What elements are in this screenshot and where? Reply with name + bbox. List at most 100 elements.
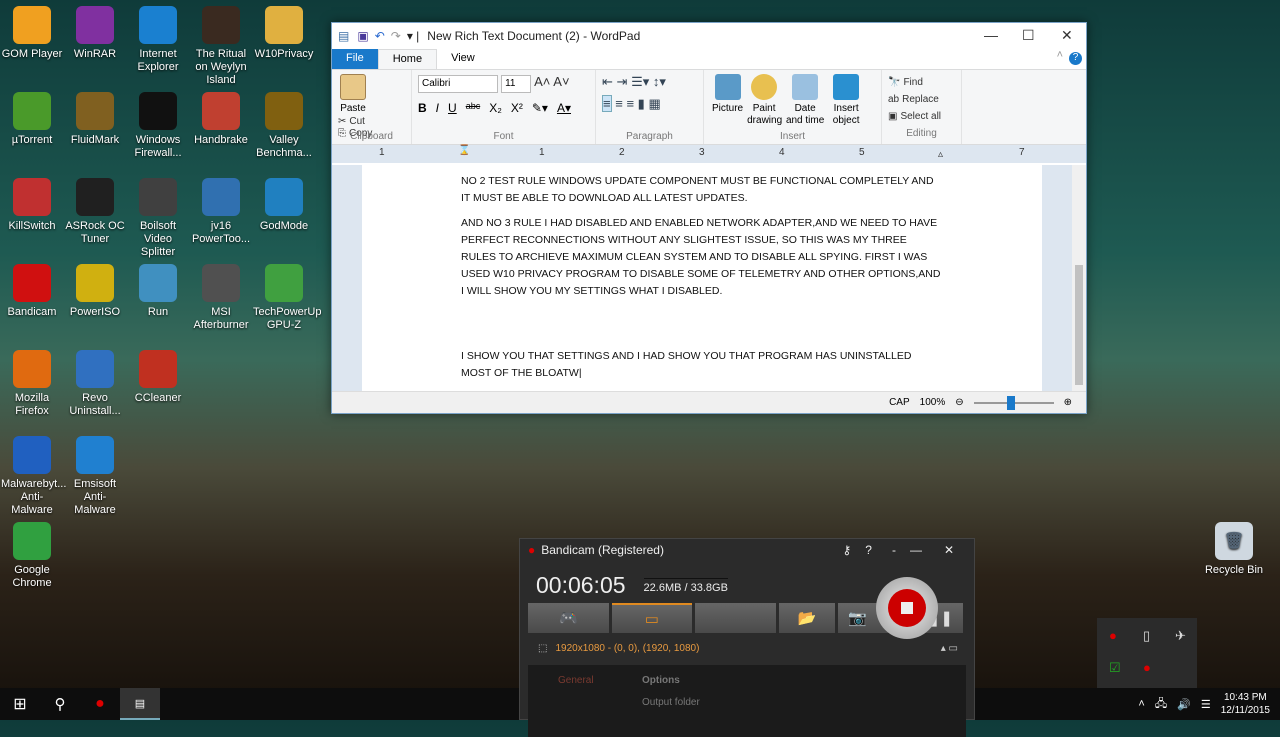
desktop-icon[interactable]: jv16 PowerToo... [190, 178, 252, 246]
tab-home[interactable]: Home [377, 49, 438, 69]
desktop-icon[interactable]: GOM Player [1, 6, 63, 61]
desktop-icon[interactable]: MSI Afterburner [190, 264, 252, 332]
minimize-button[interactable]: — [984, 27, 998, 43]
list-icon[interactable]: ☰▾ [631, 74, 649, 89]
font-family-select[interactable]: Calibri [418, 75, 498, 93]
insert-object-button[interactable]: Insert object [829, 74, 863, 127]
desktop-icon[interactable]: Valley Benchma... [253, 92, 315, 160]
customize-qat-icon[interactable]: ▾ | [407, 29, 419, 43]
record-tray-icon[interactable]: ● [1143, 660, 1151, 675]
save-icon[interactable]: ▣ [357, 29, 368, 43]
desktop-icon[interactable]: Google Chrome [1, 522, 63, 590]
tab-options[interactable]: Options [642, 675, 680, 686]
maximize-button[interactable]: ☐ [1022, 27, 1035, 44]
desktop-icon[interactable]: FluidMark [64, 92, 126, 147]
paste-button[interactable]: Paste [340, 74, 366, 115]
zoom-out-button[interactable]: ⊖ [955, 397, 963, 408]
paint-drawing-button[interactable]: Paint drawing [747, 74, 782, 127]
increase-indent-icon[interactable]: ⇥ [617, 74, 628, 89]
align-right-icon[interactable]: ≡ [626, 96, 634, 111]
vertical-scrollbar[interactable] [1072, 165, 1086, 391]
afterburner-icon[interactable]: ✈ [1175, 628, 1186, 644]
desktop-icon[interactable]: ASRock OC Tuner [64, 178, 126, 246]
desktop-icon[interactable]: Malwarebyt... Anti-Malware [1, 436, 66, 517]
underline-button[interactable]: U [448, 101, 457, 115]
desktop-icon[interactable]: Bandicam [1, 264, 63, 319]
desktop-icon[interactable]: CCleaner [127, 350, 189, 405]
desktop-icon[interactable]: KillSwitch [1, 178, 63, 233]
tab-view[interactable]: View [437, 49, 489, 69]
close-button[interactable]: ✕ [1061, 27, 1073, 44]
font-color-icon[interactable]: A▾ [557, 101, 571, 115]
desktop-icon[interactable]: Revo Uninstall... [64, 350, 126, 418]
mini-button[interactable]: - [892, 543, 896, 557]
key-icon[interactable]: ⚷ [842, 543, 851, 557]
select-all-button[interactable]: ▣ Select all [888, 108, 941, 125]
superscript-button[interactable]: X² [511, 101, 523, 115]
bandicam-tray-icon[interactable]: ● [1109, 628, 1117, 643]
desktop-icon[interactable]: GodMode [253, 178, 315, 233]
picture-button[interactable]: Picture [712, 74, 743, 115]
desktop-icon[interactable]: Boilsoft Video Splitter [127, 178, 189, 259]
volume-icon[interactable]: 🔊 [1177, 698, 1191, 711]
device-mode-button[interactable] [695, 603, 776, 633]
bold-button[interactable]: B [418, 101, 427, 115]
desktop-icon[interactable]: Handbrake [190, 92, 252, 147]
desktop-icon[interactable]: µTorrent [1, 92, 63, 147]
align-left-icon[interactable]: ≡ [602, 95, 612, 112]
recycle-bin[interactable]: 🗑 Recycle Bin [1204, 522, 1264, 577]
stop-record-button[interactable] [876, 577, 938, 639]
collapse-ribbon-icon[interactable]: ˄ [1057, 49, 1063, 69]
desktop-icon[interactable]: Run [127, 264, 189, 319]
tray-chevron-icon[interactable]: ˄ [1138, 698, 1144, 710]
desktop-icon[interactable]: Windows Firewall... [127, 92, 189, 160]
date-time-button[interactable]: Date and time [785, 74, 825, 127]
ruler[interactable]: 1 1 2 3 4 5 7 ⌛ ▵ [332, 145, 1086, 163]
line-spacing-icon[interactable]: ↕▾ [653, 74, 666, 89]
search-icon[interactable]: ⚲ [40, 695, 80, 713]
paragraph-settings-icon[interactable]: ▦ [648, 96, 660, 111]
subscript-button[interactable]: X₂ [489, 101, 502, 115]
desktop-icon[interactable]: TechPowerUp GPU-Z [253, 264, 321, 332]
action-center-icon[interactable]: ☰ [1201, 698, 1211, 711]
cut-button[interactable]: ✂ Cut [338, 116, 365, 127]
desktop-icon[interactable]: The Ritual on Weylyn Island [190, 6, 252, 87]
strikethrough-button[interactable]: abc [466, 101, 481, 115]
indent-marker[interactable]: ⌛ [458, 145, 470, 156]
italic-button[interactable]: I [436, 101, 439, 115]
desktop-icon[interactable]: PowerISO [64, 264, 126, 319]
replace-button[interactable]: ab Replace [888, 91, 939, 108]
help-button[interactable]: ? [865, 543, 872, 557]
desktop-icon[interactable]: Internet Explorer [127, 6, 189, 74]
undo-icon[interactable]: ↶ [375, 29, 385, 43]
wordpad-taskbar-icon[interactable]: ▤ [120, 688, 160, 720]
align-center-icon[interactable]: ≡ [615, 96, 623, 111]
start-button[interactable]: ⊞ [0, 694, 40, 714]
highlight-icon[interactable]: ✎▾ [532, 101, 548, 115]
tab-general[interactable]: General [558, 675, 594, 686]
desktop-icon[interactable]: WinRAR [64, 6, 126, 61]
find-button[interactable]: 🔭 Find [888, 74, 923, 91]
zoom-in-button[interactable]: ⊕ [1064, 397, 1072, 408]
minimize-button[interactable]: — [910, 543, 922, 557]
document-page[interactable]: NO 2 TEST RULE WINDOWS UPDATE COMPONENT … [362, 165, 1042, 391]
screen-mode-button[interactable]: ▭ [611, 603, 693, 633]
desktop-icon[interactable]: Mozilla Firefox [1, 350, 63, 418]
tab-file[interactable]: File [332, 49, 378, 69]
game-mode-button[interactable]: 🎮 [528, 603, 609, 633]
grow-font-icon[interactable]: A˄ A˅ [534, 74, 569, 89]
help-icon[interactable]: ? [1069, 52, 1082, 65]
right-indent-marker[interactable]: ▵ [938, 149, 943, 160]
close-button[interactable]: ✕ [944, 543, 954, 557]
clock[interactable]: 10:43 PM 12/11/2015 [1221, 691, 1270, 717]
usb-icon[interactable]: ▯ [1143, 628, 1150, 644]
expand-button[interactable]: ▴ ▭ [941, 643, 958, 654]
justify-icon[interactable]: ▮ [638, 96, 645, 111]
redo-icon[interactable]: ↷ [391, 29, 401, 43]
security-icon[interactable]: ☑ [1109, 660, 1121, 676]
zoom-slider[interactable] [973, 395, 1054, 410]
desktop-icon[interactable]: Emsisoft Anti-Malware [64, 436, 126, 517]
font-size-select[interactable]: 11 [501, 75, 532, 93]
network-icon[interactable]: 🖧 [1155, 695, 1167, 714]
bandicam-taskbar-icon[interactable]: ● [80, 695, 120, 713]
